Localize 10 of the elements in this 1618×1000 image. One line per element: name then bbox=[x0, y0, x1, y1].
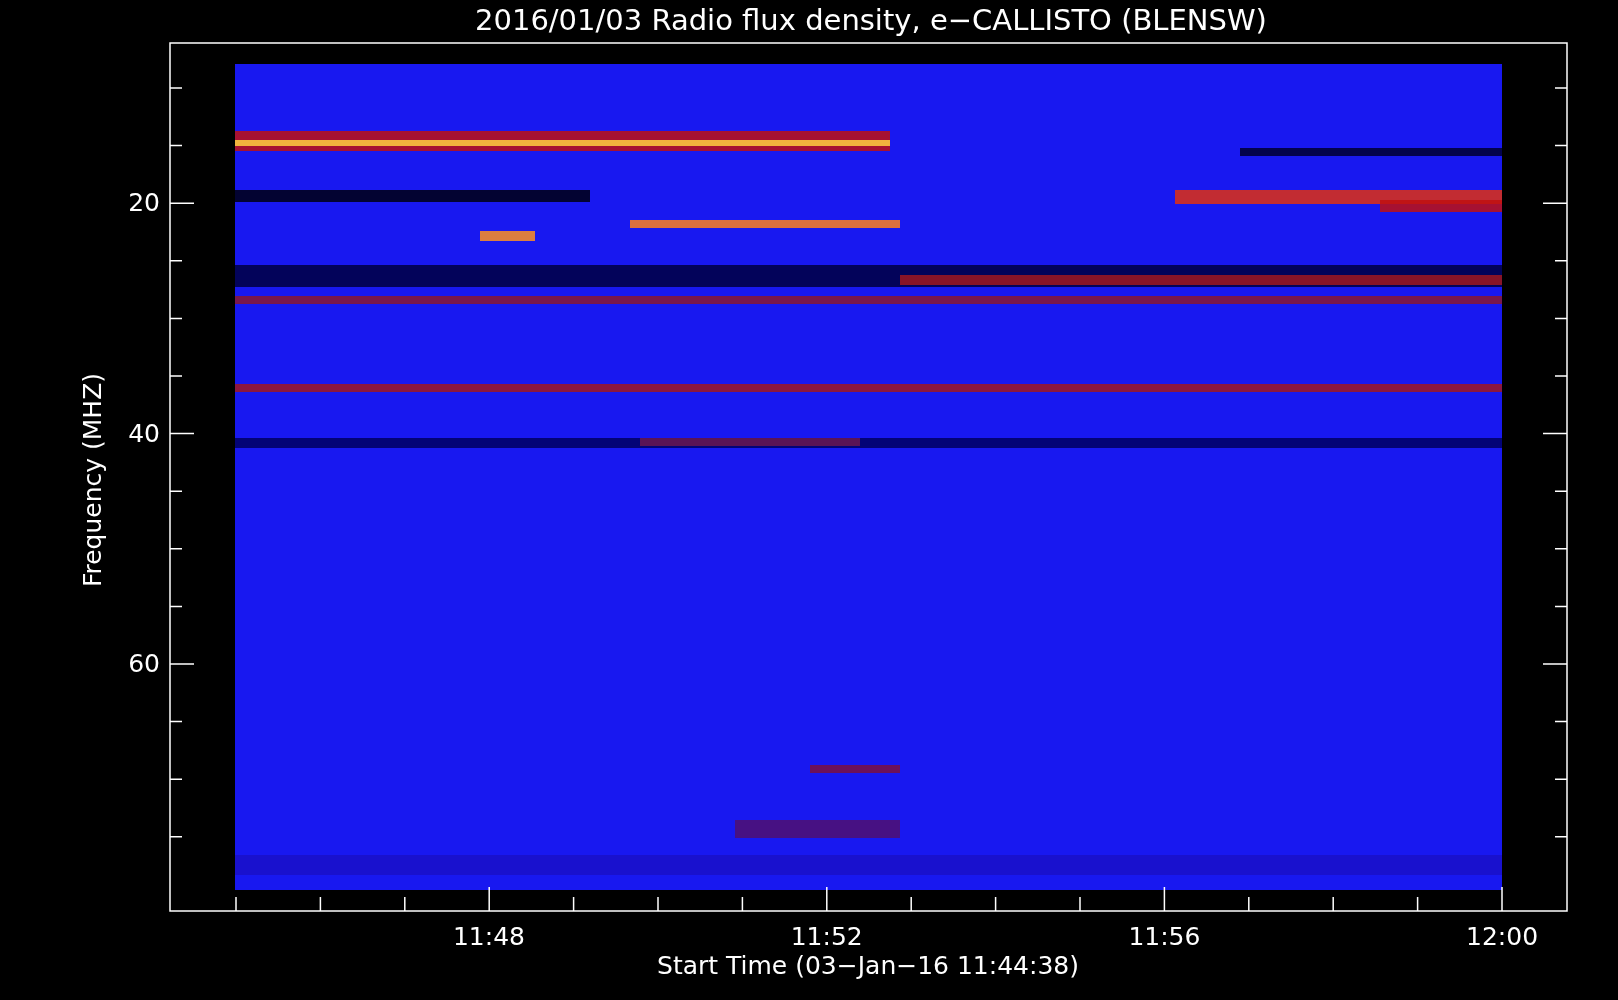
chart-title: 2016/01/03 Radio flux density, e−CALLISTO (BLENSW) bbox=[475, 3, 1267, 37]
x-tick-label: 12:00 bbox=[1466, 922, 1539, 951]
x-tick-label: 11:52 bbox=[790, 922, 863, 951]
y-tick-label: 20 bbox=[128, 188, 160, 217]
x-tick-label: 11:56 bbox=[1128, 922, 1201, 951]
y-tick-label: 60 bbox=[128, 649, 160, 678]
y-axis-label: Frequency (MHZ) bbox=[78, 372, 107, 588]
x-axis-label: Start Time (03−Jan−16 11:44:38) bbox=[657, 951, 1079, 980]
x-tick-label: 11:48 bbox=[453, 922, 525, 951]
y-tick-label: 40 bbox=[128, 418, 160, 448]
